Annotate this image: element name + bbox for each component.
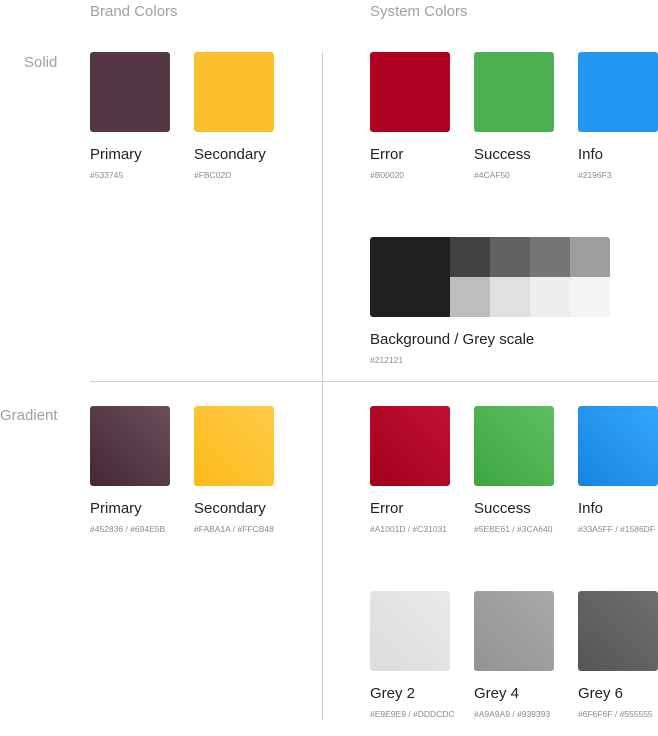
swatch-name-grey-4: Grey 4 — [474, 685, 520, 702]
grey-scale-cell — [530, 237, 570, 277]
grey-scale-block — [370, 237, 610, 317]
swatch-hex-solid-secondary: #FBC02D — [194, 170, 232, 180]
swatch-hex-solid-primary: #533745 — [90, 170, 124, 180]
grey-scale-cell — [570, 237, 610, 277]
grey-scale-cell — [450, 237, 490, 277]
swatch-name-solid-info: Info — [578, 146, 604, 163]
swatch-name-solid-primary: Primary — [90, 146, 142, 163]
swatch-hex-gradient-primary: #452836 / #694E5B — [90, 524, 166, 534]
swatch-gradient-grey-6 — [578, 591, 658, 671]
swatch-gradient-grey-4 — [474, 591, 554, 671]
swatch-name-grey-6: Grey 6 — [578, 685, 624, 702]
swatch-solid-primary — [90, 52, 170, 132]
swatch-solid-secondary — [194, 52, 274, 132]
swatch-gradient-grey-2 — [370, 591, 450, 671]
swatch-name-solid-success: Success — [474, 146, 531, 163]
swatch-hex-solid-info: #2196F3 — [578, 170, 612, 180]
gradient-row-label: Gradient — [0, 407, 58, 424]
swatch-name-solid-error: Error — [370, 146, 404, 163]
grey-scale-cell — [450, 277, 490, 317]
swatch-hex-gradient-secondary: #FABA1A / #FFCB48 — [194, 524, 274, 534]
swatch-name-gradient-success: Success — [474, 500, 531, 517]
swatch-name-gradient-info: Info — [578, 500, 604, 517]
swatch-hex-grey-2: #E9E9E9 / #DDDCDC — [370, 709, 455, 719]
swatch-hex-gradient-error: #A1001D / #C31031 — [370, 524, 448, 534]
horizontal-divider — [90, 381, 658, 382]
swatch-name-solid-secondary: Secondary — [194, 146, 266, 163]
swatch-hex-solid-success: #4CAF50 — [474, 170, 510, 180]
swatch-solid-info — [578, 52, 658, 132]
swatch-hex-grey-4: #A9A9A9 / #939393 — [474, 709, 551, 719]
swatch-gradient-success — [474, 406, 554, 486]
grey-scale-cell — [490, 237, 530, 277]
swatch-gradient-info — [578, 406, 658, 486]
swatch-hex-background: #212121 — [370, 355, 404, 365]
swatch-name-gradient-error: Error — [370, 500, 404, 517]
swatch-gradient-error — [370, 406, 450, 486]
system-colors-header: System Colors — [370, 3, 468, 20]
swatch-hex-gradient-info: #33A5FF / #1586DF — [578, 524, 656, 534]
brand-colors-header: Brand Colors — [90, 3, 178, 20]
swatch-hex-gradient-success: #5EBE61 / #3CA640 — [474, 524, 553, 534]
swatch-solid-error — [370, 52, 450, 132]
grey-scale-background — [370, 237, 450, 317]
swatch-name-grey-2: Grey 2 — [370, 685, 416, 702]
swatch-gradient-primary — [90, 406, 170, 486]
vertical-divider — [322, 52, 323, 720]
swatch-hex-grey-6: #6F6F6F / #555555 — [578, 709, 653, 719]
swatch-name-gradient-primary: Primary — [90, 500, 142, 517]
swatch-name-background: Background / Grey scale — [370, 331, 535, 348]
grey-scale-cell — [490, 277, 530, 317]
solid-row-label: Solid — [24, 54, 58, 71]
swatch-name-gradient-secondary: Secondary — [194, 500, 266, 517]
swatch-gradient-secondary — [194, 406, 274, 486]
grey-scale-cell — [530, 277, 570, 317]
grey-scale-cell — [570, 277, 610, 317]
swatch-solid-success — [474, 52, 554, 132]
swatch-hex-solid-error: #B00020 — [370, 170, 405, 180]
